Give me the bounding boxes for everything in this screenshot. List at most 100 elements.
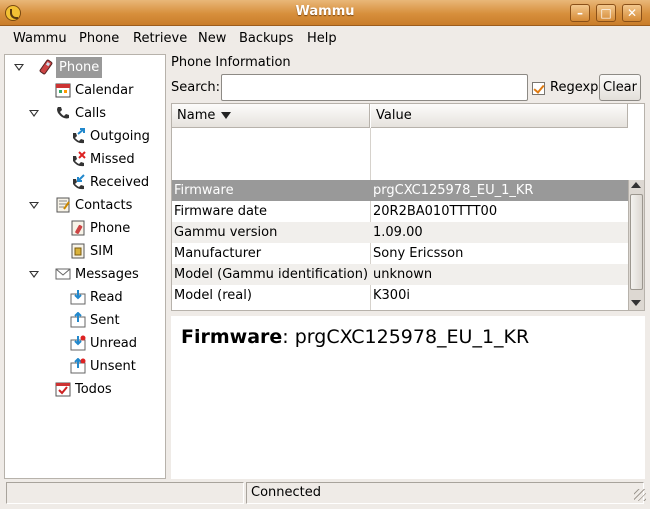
table-row[interactable]: Gammu version 1.09.00 [172,222,628,243]
cell-name: Model (Gammu identification) [174,267,369,282]
outgoing-call-icon [73,128,85,144]
status-left [6,482,244,504]
tree-label: Unsent [90,359,136,374]
tree-item-calls[interactable]: Calls [5,103,165,124]
scroll-down-icon[interactable] [631,300,641,306]
tree-item-phone-contacts[interactable]: Phone [5,218,165,239]
table-row[interactable]: Firmware prgCXC125978_EU_1_KR [172,180,628,201]
scroll-thumb[interactable] [630,194,643,290]
cell-value: Sony Ericsson [373,246,464,261]
tree-label: Calls [75,106,107,121]
table-row[interactable]: Manufacturer Sony Ericsson [172,243,628,264]
sim-contacts-icon [71,243,85,259]
tree-item-sent[interactable]: Sent [5,310,165,331]
tree-item-missed[interactable]: Missed [5,149,165,170]
table-row[interactable]: Model (Gammu identification) unknown [172,264,628,285]
info-table[interactable]: Name Value Firmware prgCXC125978_EU_1_KR… [171,103,645,311]
resize-grip-icon[interactable] [634,489,646,501]
cell-name: Gammu version [174,225,278,240]
cell-name: Firmware date [174,204,268,219]
cell-name: Manufacturer [174,246,262,261]
table-row[interactable]: Model (real) K300i [172,285,628,306]
tree-label: Outgoing [90,129,150,144]
tree-item-read[interactable]: Read [5,287,165,308]
phone-icon [39,59,53,75]
tree-label: Sent [90,313,120,328]
tree-label: Todos [75,382,112,397]
tree-label: Contacts [75,198,133,213]
expander-open-icon[interactable] [29,202,39,209]
minimize-button[interactable]: – [570,4,590,22]
cell-value: K300i [373,288,410,303]
cell-value: prgCXC125978_EU_1_KR [373,183,534,198]
tree-item-phone[interactable]: Phone [5,57,165,78]
unsent-message-icon [70,358,86,374]
cell-value: unknown [373,267,433,282]
sent-message-icon [70,312,86,328]
tree-item-unread[interactable]: Unread [5,333,165,354]
tree-item-contacts[interactable]: Contacts [5,195,165,216]
cell-name: Model (real) [174,288,252,303]
menu-backups[interactable]: Backups [239,31,293,46]
tree-item-todos[interactable]: Todos [5,379,165,400]
menu-new[interactable]: New [198,31,226,46]
table-vertical-scrollbar[interactable] [628,180,644,310]
regexp-checkbox[interactable] [532,82,545,95]
expander-open-icon[interactable] [14,64,24,71]
tree-label: Missed [90,152,135,167]
section-title: Phone Information [171,55,291,70]
unread-message-icon [70,335,86,351]
menubar: Wammu Phone Retrieve New Backups Help [0,27,650,51]
menu-help[interactable]: Help [307,31,337,46]
missed-call-icon [73,151,86,167]
sort-descending-icon [221,112,232,119]
expander-open-icon[interactable] [29,271,39,278]
contacts-icon [56,197,70,213]
table-row[interactable]: Firmware date 20R2BA010TTTT00 [172,201,628,222]
detail-colon: : [282,326,295,348]
navigation-tree[interactable]: Phone Calendar Calls Outgoing Missed Rec… [4,54,166,479]
tree-label: Messages [75,267,139,282]
detail-text: Firmware: prgCXC125978_EU_1_KR [181,326,529,348]
search-input[interactable] [221,74,528,101]
tree-item-calendar[interactable]: Calendar [5,80,165,101]
clear-button[interactable]: Clear [599,74,641,101]
tree-item-received[interactable]: Received [5,172,165,193]
tree-item-messages[interactable]: Messages [5,264,165,285]
maximize-button[interactable]: □ [596,4,616,22]
cell-name: Firmware [174,183,234,198]
column-header-value[interactable]: Value [371,104,628,128]
todos-icon [55,382,71,397]
cell-value: 1.09.00 [373,225,423,240]
column-header-label: Name [177,108,216,123]
close-button[interactable]: ✕ [622,4,642,22]
messages-icon [55,268,71,280]
detail-value: prgCXC125978_EU_1_KR [294,326,530,348]
calendar-icon [55,83,71,98]
menu-retrieve[interactable]: Retrieve [133,31,187,46]
expander-open-icon[interactable] [29,110,39,117]
phone-contacts-icon [71,220,85,236]
received-call-icon [73,174,85,190]
tree-label: Received [90,175,150,190]
scroll-up-icon[interactable] [631,182,641,188]
status-connection: Connected [246,482,644,504]
main-panel: Phone Information Search: Regexp Clear N… [171,54,645,479]
regexp-label[interactable]: Regexp [550,80,598,95]
detail-key: Firmware [181,326,283,348]
column-header-name[interactable]: Name [172,104,370,128]
status-bar: Connected [0,480,650,509]
tree-item-unsent[interactable]: Unsent [5,356,165,377]
detail-panel: Firmware: prgCXC125978_EU_1_KR [171,316,645,479]
tree-label: Read [90,290,123,305]
tree-label: SIM [90,244,114,259]
tree-item-outgoing[interactable]: Outgoing [5,126,165,147]
tree-label: Phone [56,57,103,78]
menu-wammu[interactable]: Wammu [13,31,67,46]
search-label: Search: [171,80,221,95]
menu-phone[interactable]: Phone [79,31,119,46]
read-message-icon [70,290,86,305]
tree-label: Calendar [75,83,134,98]
tree-item-sim[interactable]: SIM [5,241,165,262]
title-bar[interactable]: Wammu – □ ✕ [0,0,650,26]
